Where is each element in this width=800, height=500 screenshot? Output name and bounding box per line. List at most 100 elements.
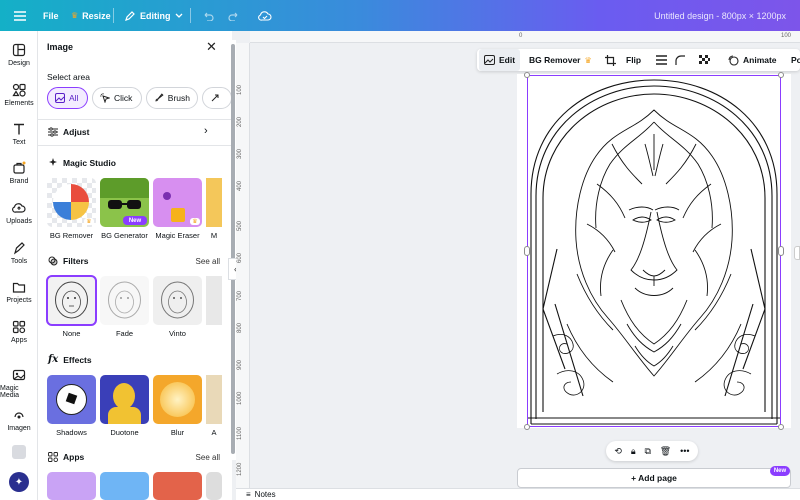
app-thumbnail[interactable] — [47, 472, 96, 500]
delete-icon[interactable]: 🗑︎ — [660, 446, 671, 457]
top-ruler: 0 100 — [250, 31, 800, 43]
rail-label: Uploads — [6, 218, 32, 225]
canvas-scroll-handle[interactable] — [794, 246, 800, 260]
resize-button[interactable]: ♛ Resize — [71, 0, 111, 31]
effect-shadows[interactable]: Shadows — [47, 375, 96, 437]
apps-see-all-link[interactable]: See all — [196, 453, 220, 462]
more-icon[interactable]: ••• — [680, 446, 689, 456]
filter-fade[interactable]: Fade — [100, 276, 149, 338]
effect-shadows-label: Shadows — [56, 428, 87, 437]
filter-none-label: None — [62, 329, 81, 338]
effect-partial-label: A — [211, 428, 217, 437]
resize-handle-top-right[interactable] — [778, 72, 784, 78]
resize-handle-left[interactable] — [524, 246, 530, 256]
select-brush-button[interactable]: Brush — [146, 87, 198, 109]
document-title[interactable]: Untitled design - 800px × 1200px — [654, 0, 786, 31]
rail-item-apps[interactable]: Apps — [0, 320, 38, 344]
apps-icon — [48, 452, 58, 462]
undo-button[interactable] — [202, 0, 214, 31]
rail-label: Tools — [10, 258, 28, 265]
rail-item-imagen[interactable]: Imagen — [0, 408, 38, 432]
rail-label: Imagen — [7, 425, 31, 432]
placeholder-app-icon[interactable] — [12, 445, 26, 459]
rail-item-uploads[interactable]: Uploads — [0, 201, 38, 225]
rail-item-projects[interactable]: Projects — [0, 280, 38, 304]
effect-duotone[interactable]: Duotone — [100, 375, 149, 437]
magic-tool-partial[interactable]: M — [206, 178, 222, 240]
filter-none[interactable]: None — [46, 275, 97, 338]
filter-fade-label: Fade — [115, 329, 134, 338]
hamburger-menu-button[interactable] — [14, 0, 26, 31]
position-button[interactable]: Po — [791, 49, 800, 71]
lock-icon[interactable]: 🔒︎ — [631, 446, 636, 457]
notes-label: Notes — [254, 490, 276, 499]
app-thumbnail[interactable] — [100, 472, 149, 500]
edit-image-button[interactable]: Edit — [479, 49, 521, 71]
redo-button[interactable] — [228, 0, 240, 31]
effect-blur[interactable]: Blur — [153, 375, 202, 437]
bg-remover-tool[interactable]: ♛ BG Remover — [47, 178, 96, 240]
select-click-button[interactable]: Click — [92, 87, 142, 109]
rotate-icon[interactable]: ⟲ — [614, 446, 622, 457]
rail-item-tools[interactable]: Tools — [0, 241, 38, 265]
app-thumbnail[interactable] — [206, 472, 222, 500]
rail-item-design[interactable]: Design — [0, 43, 38, 67]
rail-label: Projects — [6, 297, 32, 304]
select-all-button[interactable]: All — [47, 87, 88, 109]
duplicate-icon[interactable]: ⧉ — [644, 446, 650, 457]
flip-button[interactable]: Flip — [626, 49, 641, 71]
select-all-label: All — [69, 93, 79, 103]
brush-icon — [155, 93, 164, 102]
rail-item-text[interactable]: Text — [0, 122, 38, 146]
resize-handle-top-left[interactable] — [524, 72, 530, 78]
panel-scrollbar[interactable] — [231, 44, 235, 454]
effects-heading: fx Effects — [48, 354, 92, 365]
ruler-tick-label: 500 — [237, 220, 243, 231]
corner-rounding-button[interactable] — [675, 49, 686, 71]
editing-label: Editing — [140, 10, 171, 21]
border-style-button[interactable] — [656, 49, 667, 71]
animate-button[interactable]: Animate — [728, 49, 777, 71]
rail-item-brand[interactable]: Brand — [0, 161, 38, 185]
resize-handle-right[interactable] — [778, 246, 784, 256]
rail-item-elements[interactable]: Elements — [0, 83, 38, 107]
editing-mode-dropdown[interactable]: Editing — [124, 0, 183, 31]
left-ruler: 100 200 300 400 500 600 700 800 900 1000… — [236, 43, 250, 488]
bg-remover-thumbnail: ♛ — [47, 178, 96, 227]
magic-eraser-tool[interactable]: ♛ Magic Eraser — [153, 178, 202, 240]
top-bar: File ♛ Resize Editing Untitled design - … — [0, 0, 800, 31]
animate-label: Animate — [743, 55, 777, 65]
filter-partial[interactable] — [206, 276, 222, 338]
animate-icon — [728, 54, 739, 66]
sliders-icon — [48, 127, 58, 137]
bg-remover-button[interactable]: BG Remover ♛ — [529, 49, 592, 71]
cloud-save-status[interactable] — [258, 0, 272, 31]
file-menu-button[interactable]: File — [43, 0, 59, 31]
notes-bar[interactable]: ≡ Notes — [236, 488, 800, 500]
crown-icon: ♛ — [190, 218, 200, 225]
crop-button[interactable] — [605, 49, 616, 71]
filters-see-all-link[interactable]: See all — [196, 257, 220, 266]
filter-vinto[interactable]: Vinto — [153, 276, 202, 338]
add-page-button[interactable]: + Add page — [517, 468, 791, 488]
selection-frame[interactable] — [527, 75, 781, 427]
magic-eraser-thumbnail: ♛ — [153, 178, 202, 227]
apps-row — [47, 472, 222, 500]
transparency-button[interactable] — [699, 49, 710, 71]
select-more-button[interactable] — [202, 87, 232, 109]
filter-vinto-label: Vinto — [169, 329, 186, 338]
bg-generator-tool[interactable]: New BG Generator — [100, 178, 149, 240]
apps-icon — [12, 320, 26, 334]
adjust-row[interactable]: Adjust — [48, 127, 218, 137]
magic-sparkle-button[interactable]: ✦ — [9, 472, 29, 492]
resize-handle-bottom-left[interactable] — [524, 424, 530, 430]
rail-item-magic-media[interactable]: Magic Media — [0, 368, 38, 399]
click-sparkle-icon — [100, 93, 110, 103]
close-icon[interactable]: ✕ — [206, 39, 217, 55]
filters-row: None Fade Vinto — [46, 275, 222, 338]
effect-partial[interactable]: A — [206, 375, 222, 437]
rail-label: Brand — [9, 178, 29, 185]
magic-media-icon — [12, 369, 26, 381]
app-thumbnail[interactable] — [153, 472, 202, 500]
resize-handle-bottom-right[interactable] — [778, 424, 784, 430]
